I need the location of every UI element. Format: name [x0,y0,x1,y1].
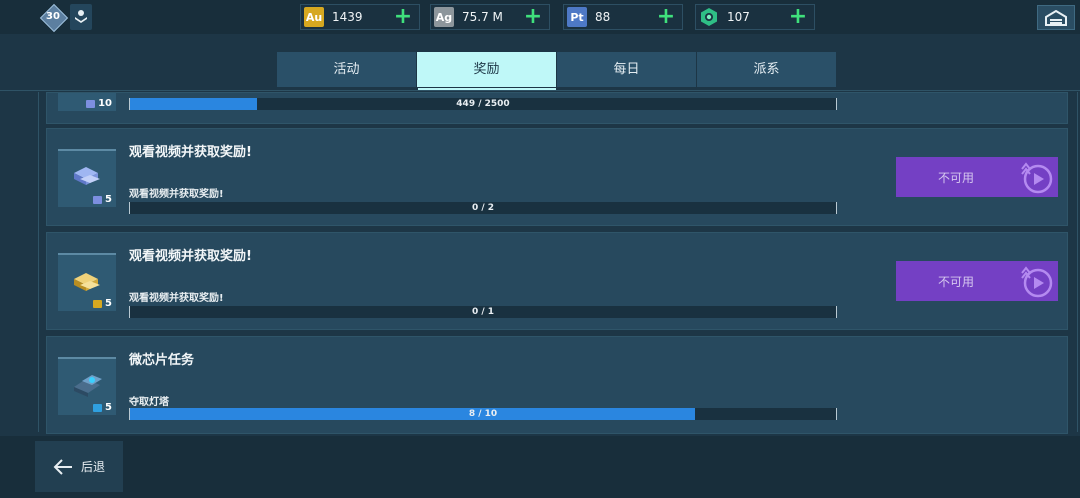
watch-video-button[interactable]: 不可用 [896,157,1058,197]
tab-faction[interactable]: 派系 [697,52,837,87]
top-resource-bar: 30 Au 1439 + Ag 75.7 M + Pt 88 + 107 + [0,0,1080,34]
gem-value: 107 [727,10,750,24]
gem-resource: 107 + [695,4,815,30]
reward-count: 10 [86,98,112,109]
button-label: 不可用 [937,274,974,289]
reward-count-value: 5 [105,194,112,205]
player-level-badge[interactable]: 30 [40,4,96,30]
task-card: 10 449 / 2500 [46,92,1068,124]
player-level: 30 [46,11,60,22]
gold-resource: Au 1439 + [300,4,420,30]
left-rail [38,92,44,432]
platinum-chip-icon [93,195,103,204]
reward-count-value: 5 [105,298,112,309]
add-gold-button[interactable]: + [393,6,413,28]
add-gem-button[interactable]: + [788,6,808,28]
reward-thumbnail: 10 [58,93,116,111]
reward-count: 5 [93,402,112,413]
reward-count: 5 [93,298,112,309]
gold-chip-icon [93,299,103,308]
gold-icon: Au [304,7,324,27]
platinum-bars-icon [74,167,100,185]
button-label: 不可用 [937,170,974,185]
home-button[interactable] [1037,5,1075,30]
reward-thumbnail: 5 [58,253,116,311]
progress-bar: 0 / 2 [129,202,837,214]
progress-text: 449 / 2500 [456,99,510,109]
reward-count: 5 [93,194,112,205]
platinum-resource: Pt 88 + [563,4,683,30]
rank-icon[interactable] [70,4,92,30]
level-diamond-icon: 30 [40,4,66,30]
progress-text: 0 / 2 [471,203,495,213]
right-rail [1072,92,1078,432]
microchip-icon [74,375,102,397]
silver-value: 75.7 M [462,10,503,24]
progress-text: 8 / 10 [468,409,498,419]
task-title: 观看视频并获取奖励! [129,145,252,160]
gold-value: 1439 [332,10,363,24]
platinum-chip-icon [86,99,96,108]
platinum-value: 88 [595,10,611,24]
task-description: 观看视频并获取奖励! [129,293,224,304]
tab-bar: 活动 奖励 每日 派系 [277,52,837,87]
tab-rewards[interactable]: 奖励 [417,52,557,87]
silver-icon: Ag [434,7,454,27]
reward-thumbnail: 5 [58,357,116,415]
gem-icon [699,7,719,27]
task-title: 微芯片任务 [129,353,195,368]
add-silver-button[interactable]: + [523,6,543,28]
bottom-bar [0,436,1080,498]
watch-video-button[interactable]: 不可用 [896,261,1058,301]
tab-events[interactable]: 活动 [277,52,417,87]
platinum-icon: Pt [567,7,587,27]
task-card: 5 观看视频并获取奖励! 观看视频并获取奖励! 0 / 1 不可用 [46,232,1068,330]
chip-currency-icon [93,403,103,412]
task-title: 观看视频并获取奖励! [129,249,252,264]
hangar-icon [1045,9,1067,26]
reward-count-value: 10 [98,98,112,109]
progress-bar: 0 / 1 [129,306,837,318]
task-card: 5 观看视频并获取奖励! 观看视频并获取奖励! 0 / 2 不可用 [46,128,1068,226]
add-platinum-button[interactable]: + [656,6,676,28]
progress-text: 0 / 1 [471,307,495,317]
header-divider [0,90,1080,91]
back-button[interactable]: 后退 [35,441,123,492]
gold-bars-icon [74,273,100,291]
task-description: 观看视频并获取奖励! [129,189,224,200]
progress-bar: 8 / 10 [129,408,837,420]
play-video-icon [1016,261,1056,301]
task-description: 夺取灯塔 [129,397,169,408]
progress-bar: 449 / 2500 [129,98,837,110]
arrow-left-icon [53,458,72,475]
reward-count-value: 5 [105,402,112,413]
silver-resource: Ag 75.7 M + [430,4,550,30]
back-label: 后退 [80,460,105,474]
tab-daily[interactable]: 每日 [557,52,697,87]
task-card: 5 微芯片任务 夺取灯塔 8 / 10 [46,336,1068,434]
play-video-icon [1016,157,1056,197]
reward-thumbnail: 5 [58,149,116,207]
